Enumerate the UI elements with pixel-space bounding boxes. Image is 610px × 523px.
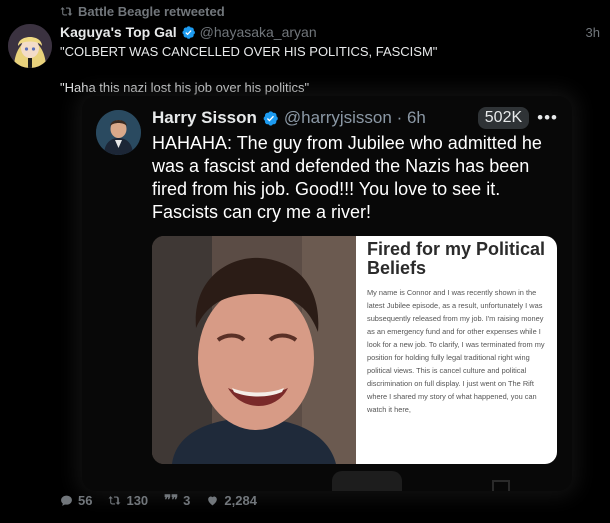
retweet-label: Battle Beagle retweeted	[78, 4, 225, 19]
reply-icon	[61, 495, 72, 506]
quote-text: HAHAHA: The guy from Jubilee who admitte…	[152, 133, 542, 222]
author-handle[interactable]: @hayasaka_aryan	[200, 24, 317, 40]
heart-icon	[208, 495, 218, 505]
quote-count: 3	[183, 492, 191, 508]
like-count: 2,284	[224, 492, 257, 508]
quote-icon: ❞❞	[164, 492, 179, 507]
tweet-header: Kaguya's Top Gal @hayasaka_aryan 3h	[60, 24, 600, 40]
tweet-body: "COLBERT WAS CANCELLED OVER HIS POLITICS…	[60, 44, 590, 96]
media-overlay	[332, 471, 402, 491]
quoted-tweet[interactable]: Harry Sisson @harryjsisson · 6h 502K •••…	[82, 96, 572, 491]
tweet-text-line: "Haha this nazi lost his job over his po…	[60, 80, 310, 95]
retweet-icon	[109, 495, 121, 505]
document-title: Fired for my Political Beliefs	[367, 239, 546, 278]
more-options-icon[interactable]: •••	[537, 108, 558, 128]
verified-badge-icon	[263, 110, 278, 126]
retweet-count: 130	[126, 492, 149, 508]
media-photo[interactable]	[152, 236, 356, 464]
reply-count: 56	[78, 492, 93, 508]
document-body: My name is Connor and I was recently sho…	[367, 288, 545, 414]
quote-author-handle[interactable]: @harryjsisson · 6h	[284, 108, 426, 128]
verified-badge-icon	[182, 25, 195, 39]
retweet-indicator: Battle Beagle retweeted	[60, 4, 225, 19]
tweet-timestamp[interactable]: 3h	[586, 25, 600, 40]
quote-header: Harry Sisson @harryjsisson · 6h 502K •••	[152, 106, 558, 130]
tweet-text-line: "COLBERT WAS CANCELLED OVER HIS POLITICS…	[60, 44, 438, 59]
quote-author-name[interactable]: Harry Sisson	[152, 108, 257, 128]
tweet-actions: 56 130 ❞❞ 3 2,284	[60, 492, 257, 508]
retweet-icon	[60, 7, 73, 16]
quote-media[interactable]: Fired for my Political Beliefs My name i…	[152, 236, 557, 464]
quote-button[interactable]: ❞❞ 3	[164, 492, 190, 508]
media-overlay	[492, 480, 510, 491]
like-button[interactable]: 2,284	[206, 493, 257, 508]
view-count-badge: 502K	[477, 107, 530, 129]
author-name[interactable]: Kaguya's Top Gal	[60, 24, 177, 40]
media-document: Fired for my Political Beliefs My name i…	[356, 236, 557, 464]
reply-button[interactable]: 56	[60, 493, 92, 508]
author-avatar[interactable]	[8, 24, 52, 68]
retweet-button[interactable]: 130	[108, 493, 148, 508]
quote-author-avatar[interactable]	[96, 110, 141, 155]
